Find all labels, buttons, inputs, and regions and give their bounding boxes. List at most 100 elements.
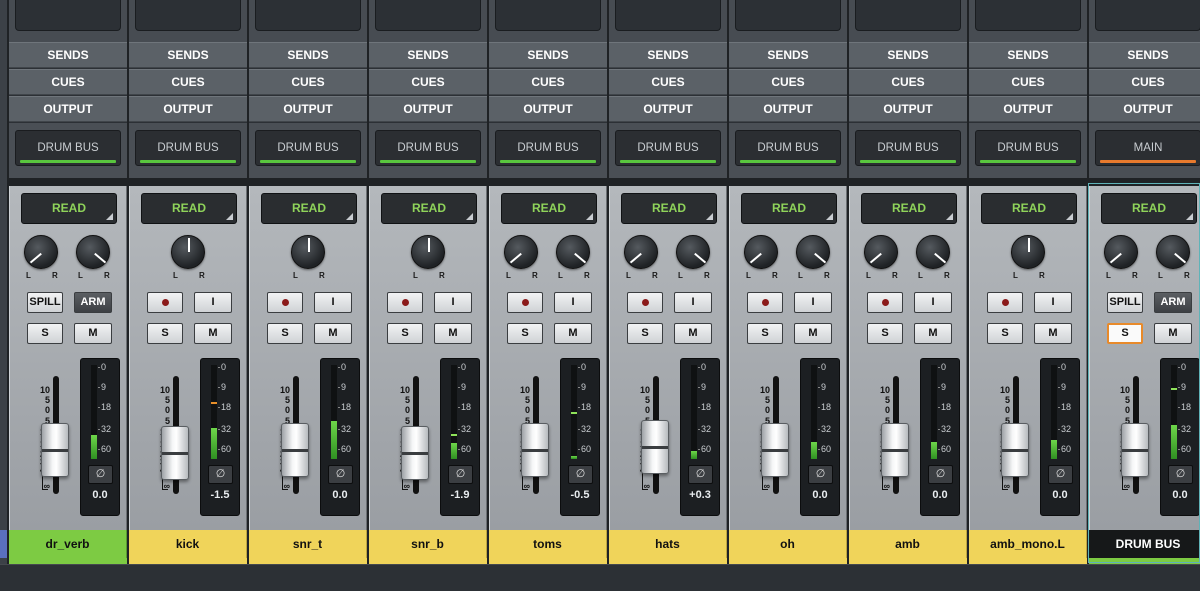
record-button[interactable] (387, 292, 423, 313)
volume-fader-cap[interactable] (281, 423, 309, 477)
solo-button[interactable]: S (987, 323, 1023, 344)
automation-mode-button[interactable]: READ (861, 193, 957, 224)
output-row[interactable]: OUTPUT (969, 96, 1087, 122)
output-selector-button[interactable]: DRUM BUS (495, 130, 601, 166)
insert-slot-box[interactable] (735, 0, 841, 31)
pan-knob-left[interactable] (504, 235, 538, 269)
track-name-label[interactable]: oh (729, 530, 847, 558)
pan-knob[interactable] (411, 235, 445, 269)
record-button[interactable] (867, 292, 903, 313)
input-monitor-button[interactable]: I (794, 292, 832, 313)
input-monitor-button[interactable]: I (314, 292, 352, 313)
sends-row[interactable]: SENDS (969, 42, 1087, 68)
insert-slot-box[interactable] (495, 0, 601, 31)
track-name-label[interactable]: snr_t (249, 530, 367, 558)
mute-button[interactable]: M (1034, 323, 1072, 344)
record-button[interactable] (507, 292, 543, 313)
track-name-label[interactable]: kick (129, 530, 247, 558)
sends-row[interactable]: SENDS (729, 42, 847, 68)
input-monitor-button[interactable]: I (674, 292, 712, 313)
mute-button[interactable]: M (1154, 323, 1192, 344)
phase-invert-button[interactable]: ∅ (928, 465, 953, 484)
insert-slot-box[interactable] (135, 0, 241, 31)
solo-button[interactable]: S (507, 323, 543, 344)
pan-knob-left[interactable] (1104, 235, 1138, 269)
sends-row[interactable]: SENDS (609, 42, 727, 68)
solo-button[interactable]: S (387, 323, 423, 344)
phase-invert-button[interactable]: ∅ (208, 465, 233, 484)
solo-button[interactable]: S (147, 323, 183, 344)
insert-slot-box[interactable] (15, 0, 121, 31)
track-name-label[interactable]: snr_b (369, 530, 487, 558)
pan-knob-right[interactable] (796, 235, 830, 269)
output-row[interactable]: OUTPUT (489, 96, 607, 122)
record-button[interactable] (987, 292, 1023, 313)
output-selector-button[interactable]: DRUM BUS (375, 130, 481, 166)
mute-button[interactable]: M (434, 323, 472, 344)
output-row[interactable]: OUTPUT (129, 96, 247, 122)
mute-button[interactable]: M (194, 323, 232, 344)
record-button[interactable] (627, 292, 663, 313)
output-row[interactable]: OUTPUT (1089, 96, 1200, 122)
track-name-label[interactable]: amb_mono.L (969, 530, 1087, 558)
record-button[interactable] (747, 292, 783, 313)
phase-invert-button[interactable]: ∅ (88, 465, 113, 484)
output-row[interactable]: OUTPUT (249, 96, 367, 122)
insert-slot-box[interactable] (975, 0, 1081, 31)
input-monitor-button[interactable]: I (914, 292, 952, 313)
phase-invert-button[interactable]: ∅ (328, 465, 353, 484)
volume-fader-cap[interactable] (881, 423, 909, 477)
volume-fader-cap[interactable] (401, 426, 429, 480)
output-selector-button[interactable]: DRUM BUS (15, 130, 121, 166)
phase-invert-button[interactable]: ∅ (448, 465, 473, 484)
cues-row[interactable]: CUES (849, 69, 967, 95)
pan-knob-right[interactable] (676, 235, 710, 269)
spill-button[interactable]: SPILL (1107, 292, 1143, 313)
track-name-label[interactable]: dr_verb (9, 530, 127, 558)
record-button[interactable] (147, 292, 183, 313)
solo-button[interactable]: S (747, 323, 783, 344)
cues-row[interactable]: CUES (489, 69, 607, 95)
pan-knob-right[interactable] (556, 235, 590, 269)
output-selector-button[interactable]: MAIN (1095, 130, 1200, 166)
phase-invert-button[interactable]: ∅ (568, 465, 593, 484)
pan-knob-left[interactable] (624, 235, 658, 269)
cues-row[interactable]: CUES (969, 69, 1087, 95)
track-name-label[interactable]: toms (489, 530, 607, 558)
automation-mode-button[interactable]: READ (141, 193, 237, 224)
output-selector-button[interactable]: DRUM BUS (975, 130, 1081, 166)
pan-knob-left[interactable] (744, 235, 778, 269)
volume-fader-cap[interactable] (1121, 423, 1149, 477)
pan-knob-right[interactable] (1156, 235, 1190, 269)
record-button[interactable] (267, 292, 303, 313)
automation-mode-button[interactable]: READ (1101, 193, 1197, 224)
automation-mode-button[interactable]: READ (381, 193, 477, 224)
mute-button[interactable]: M (794, 323, 832, 344)
output-selector-button[interactable]: DRUM BUS (135, 130, 241, 166)
pan-knob[interactable] (1011, 235, 1045, 269)
volume-fader-cap[interactable] (641, 420, 669, 474)
input-monitor-button[interactable]: I (434, 292, 472, 313)
mute-button[interactable]: M (314, 323, 352, 344)
automation-mode-button[interactable]: READ (261, 193, 357, 224)
automation-mode-button[interactable]: READ (501, 193, 597, 224)
output-row[interactable]: OUTPUT (729, 96, 847, 122)
cues-row[interactable]: CUES (249, 69, 367, 95)
pan-knob[interactable] (291, 235, 325, 269)
pan-knob-left[interactable] (24, 235, 58, 269)
output-selector-button[interactable]: DRUM BUS (255, 130, 361, 166)
solo-button[interactable]: S (27, 323, 63, 344)
sends-row[interactable]: SENDS (369, 42, 487, 68)
automation-mode-button[interactable]: READ (741, 193, 837, 224)
output-row[interactable]: OUTPUT (9, 96, 127, 122)
automation-mode-button[interactable]: READ (21, 193, 117, 224)
volume-fader-cap[interactable] (521, 423, 549, 477)
pan-knob-left[interactable] (864, 235, 898, 269)
mute-button[interactable]: M (74, 323, 112, 344)
output-selector-button[interactable]: DRUM BUS (735, 130, 841, 166)
phase-invert-button[interactable]: ∅ (1168, 465, 1193, 484)
solo-button[interactable]: S (627, 323, 663, 344)
pan-knob-right[interactable] (76, 235, 110, 269)
insert-slot-box[interactable] (615, 0, 721, 31)
solo-button[interactable]: S (867, 323, 903, 344)
